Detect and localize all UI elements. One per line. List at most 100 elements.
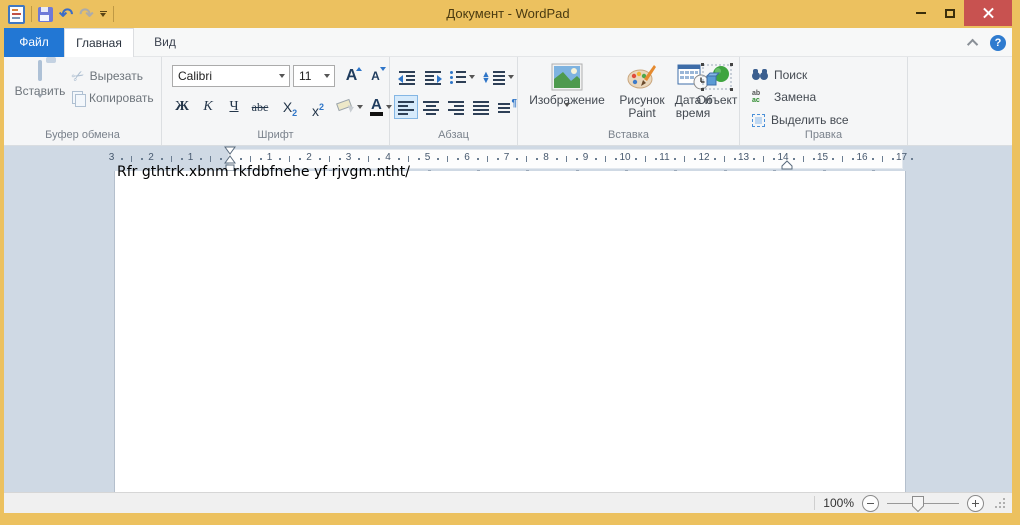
ruler-tick (832, 158, 834, 160)
collapse-ribbon-icon[interactable] (967, 38, 978, 49)
cut-label: Вырезать (90, 69, 143, 83)
ruler-tick (418, 158, 420, 160)
ruler-tick (763, 156, 764, 162)
zoom-slider-thumb[interactable] (912, 496, 924, 512)
paste-button[interactable]: Вставить (14, 62, 66, 138)
align-right-button[interactable] (444, 95, 468, 119)
decrease-indent-button[interactable] (394, 65, 420, 89)
right-indent-marker[interactable] (781, 160, 793, 170)
ruler-number: 16 (856, 152, 867, 163)
superscript-button[interactable]: x2 (306, 95, 330, 119)
paint-drawing-button[interactable]: Рисунок Paint (614, 61, 670, 139)
help-icon[interactable]: ? (990, 35, 1006, 51)
ruler-tick (378, 158, 380, 160)
align-left-button[interactable] (394, 95, 418, 119)
font-family-combobox[interactable]: Calibri (172, 65, 290, 87)
ruler-tick (536, 158, 538, 160)
group-paragraph: ▲▼ (390, 57, 518, 145)
insert-object-button[interactable]: Объект (694, 61, 740, 139)
ruler-number: 9 (583, 152, 589, 163)
zoom-out-button[interactable] (862, 495, 879, 512)
chevron-down-icon[interactable] (469, 75, 475, 79)
ruler-tick (319, 158, 321, 160)
binoculars-icon (752, 69, 768, 81)
copy-button[interactable]: Копировать (72, 89, 154, 107)
italic-button[interactable]: К (196, 95, 220, 119)
ruler-tick (299, 158, 301, 160)
line-spacing-button[interactable]: ▲▼ (482, 65, 514, 89)
ruler-number: 8 (543, 152, 549, 163)
subscript-button[interactable]: X2 (278, 95, 302, 119)
maximize-button[interactable] (935, 0, 964, 26)
group-insert: Изображение Рисунок Paint (518, 57, 740, 145)
paragraph-settings-button[interactable]: ¶ (494, 95, 518, 119)
highlight-button[interactable] (334, 95, 366, 119)
increase-indent-button[interactable] (420, 65, 446, 89)
select-all-label: Выделить все (771, 113, 849, 127)
tab-view[interactable]: Вид (134, 28, 196, 57)
replace-button[interactable]: ab ac Замена (752, 88, 816, 106)
document-text[interactable]: Rfr gthtrk.xbnm rkfdbfnehe yf rjvgm.ntht… (117, 164, 410, 180)
ruler-number: 2 (306, 152, 312, 163)
ruler-tick (724, 156, 725, 162)
ruler-number: 1 (267, 152, 273, 163)
superscript-mark: 2 (319, 102, 324, 112)
paragraph-icon: ¶ (498, 101, 514, 114)
align-right-icon (448, 101, 464, 114)
ruler-tick (872, 158, 874, 160)
ruler-tick (615, 158, 617, 160)
select-all-button[interactable]: Выделить все (752, 111, 849, 129)
ruler-tick (842, 156, 843, 162)
ruler-tick (329, 156, 330, 162)
align-left-icon (398, 101, 414, 114)
superscript-base: x (312, 103, 319, 119)
ruler-tick (408, 156, 409, 162)
line-spacing-icon: ▲▼ (489, 71, 505, 84)
ruler-tick (279, 158, 281, 160)
align-center-button[interactable] (419, 95, 443, 119)
chevron-down-icon[interactable] (324, 74, 330, 78)
close-button[interactable] (964, 0, 1012, 26)
bullets-button[interactable] (446, 65, 478, 89)
ruler-tick (911, 158, 913, 160)
chevron-down-icon[interactable] (564, 103, 570, 124)
zoom-in-button[interactable] (967, 495, 984, 512)
ruler-tick (200, 158, 202, 160)
ruler-tick (684, 156, 685, 162)
chevron-down-icon[interactable] (357, 105, 363, 109)
tab-file[interactable]: Файл (4, 28, 64, 57)
document-page[interactable] (115, 171, 905, 492)
underline-button[interactable]: Ч (222, 95, 246, 119)
subscript-mark: 2 (292, 108, 297, 118)
cut-button[interactable]: ✂ Вырезать (72, 67, 143, 85)
minimize-button[interactable] (906, 0, 935, 26)
chevron-down-icon[interactable] (279, 74, 285, 78)
highlighter-icon (336, 100, 354, 114)
group-label-paragraph: Абзац (390, 129, 517, 141)
zoom-slider[interactable] (887, 495, 959, 512)
ruler-tick (605, 156, 606, 162)
chevron-down-icon[interactable] (508, 75, 514, 79)
grow-font-button[interactable]: A (340, 65, 363, 87)
ruler-tick (813, 158, 815, 160)
increase-indent-icon (425, 71, 441, 84)
group-editing: Поиск ab ac Замена Выделить все Правка (740, 57, 908, 145)
paint-palette-icon (626, 63, 658, 91)
find-button[interactable]: Поиск (752, 66, 807, 84)
ruler-tick (398, 158, 400, 160)
window-controls (906, 0, 1012, 26)
insert-image-button[interactable]: Изображение (524, 61, 610, 139)
resize-grip-icon[interactable] (996, 497, 1008, 509)
group-font: Calibri 11 A A Ж К Ч abc X2 x2 (162, 57, 390, 145)
ruler-tick (892, 158, 894, 160)
ruler-tick (161, 158, 163, 160)
font-size-combobox[interactable]: 11 (293, 65, 335, 87)
ruler-number: 10 (619, 152, 630, 163)
justify-button[interactable] (469, 95, 493, 119)
shrink-font-button[interactable]: A (364, 65, 387, 87)
strikethrough-button[interactable]: abc (248, 95, 272, 119)
font-size-value: 11 (294, 69, 324, 83)
bold-button[interactable]: Ж (170, 95, 194, 119)
tab-home[interactable]: Главная (64, 28, 134, 57)
paste-dropdown-icon[interactable] (37, 94, 43, 115)
